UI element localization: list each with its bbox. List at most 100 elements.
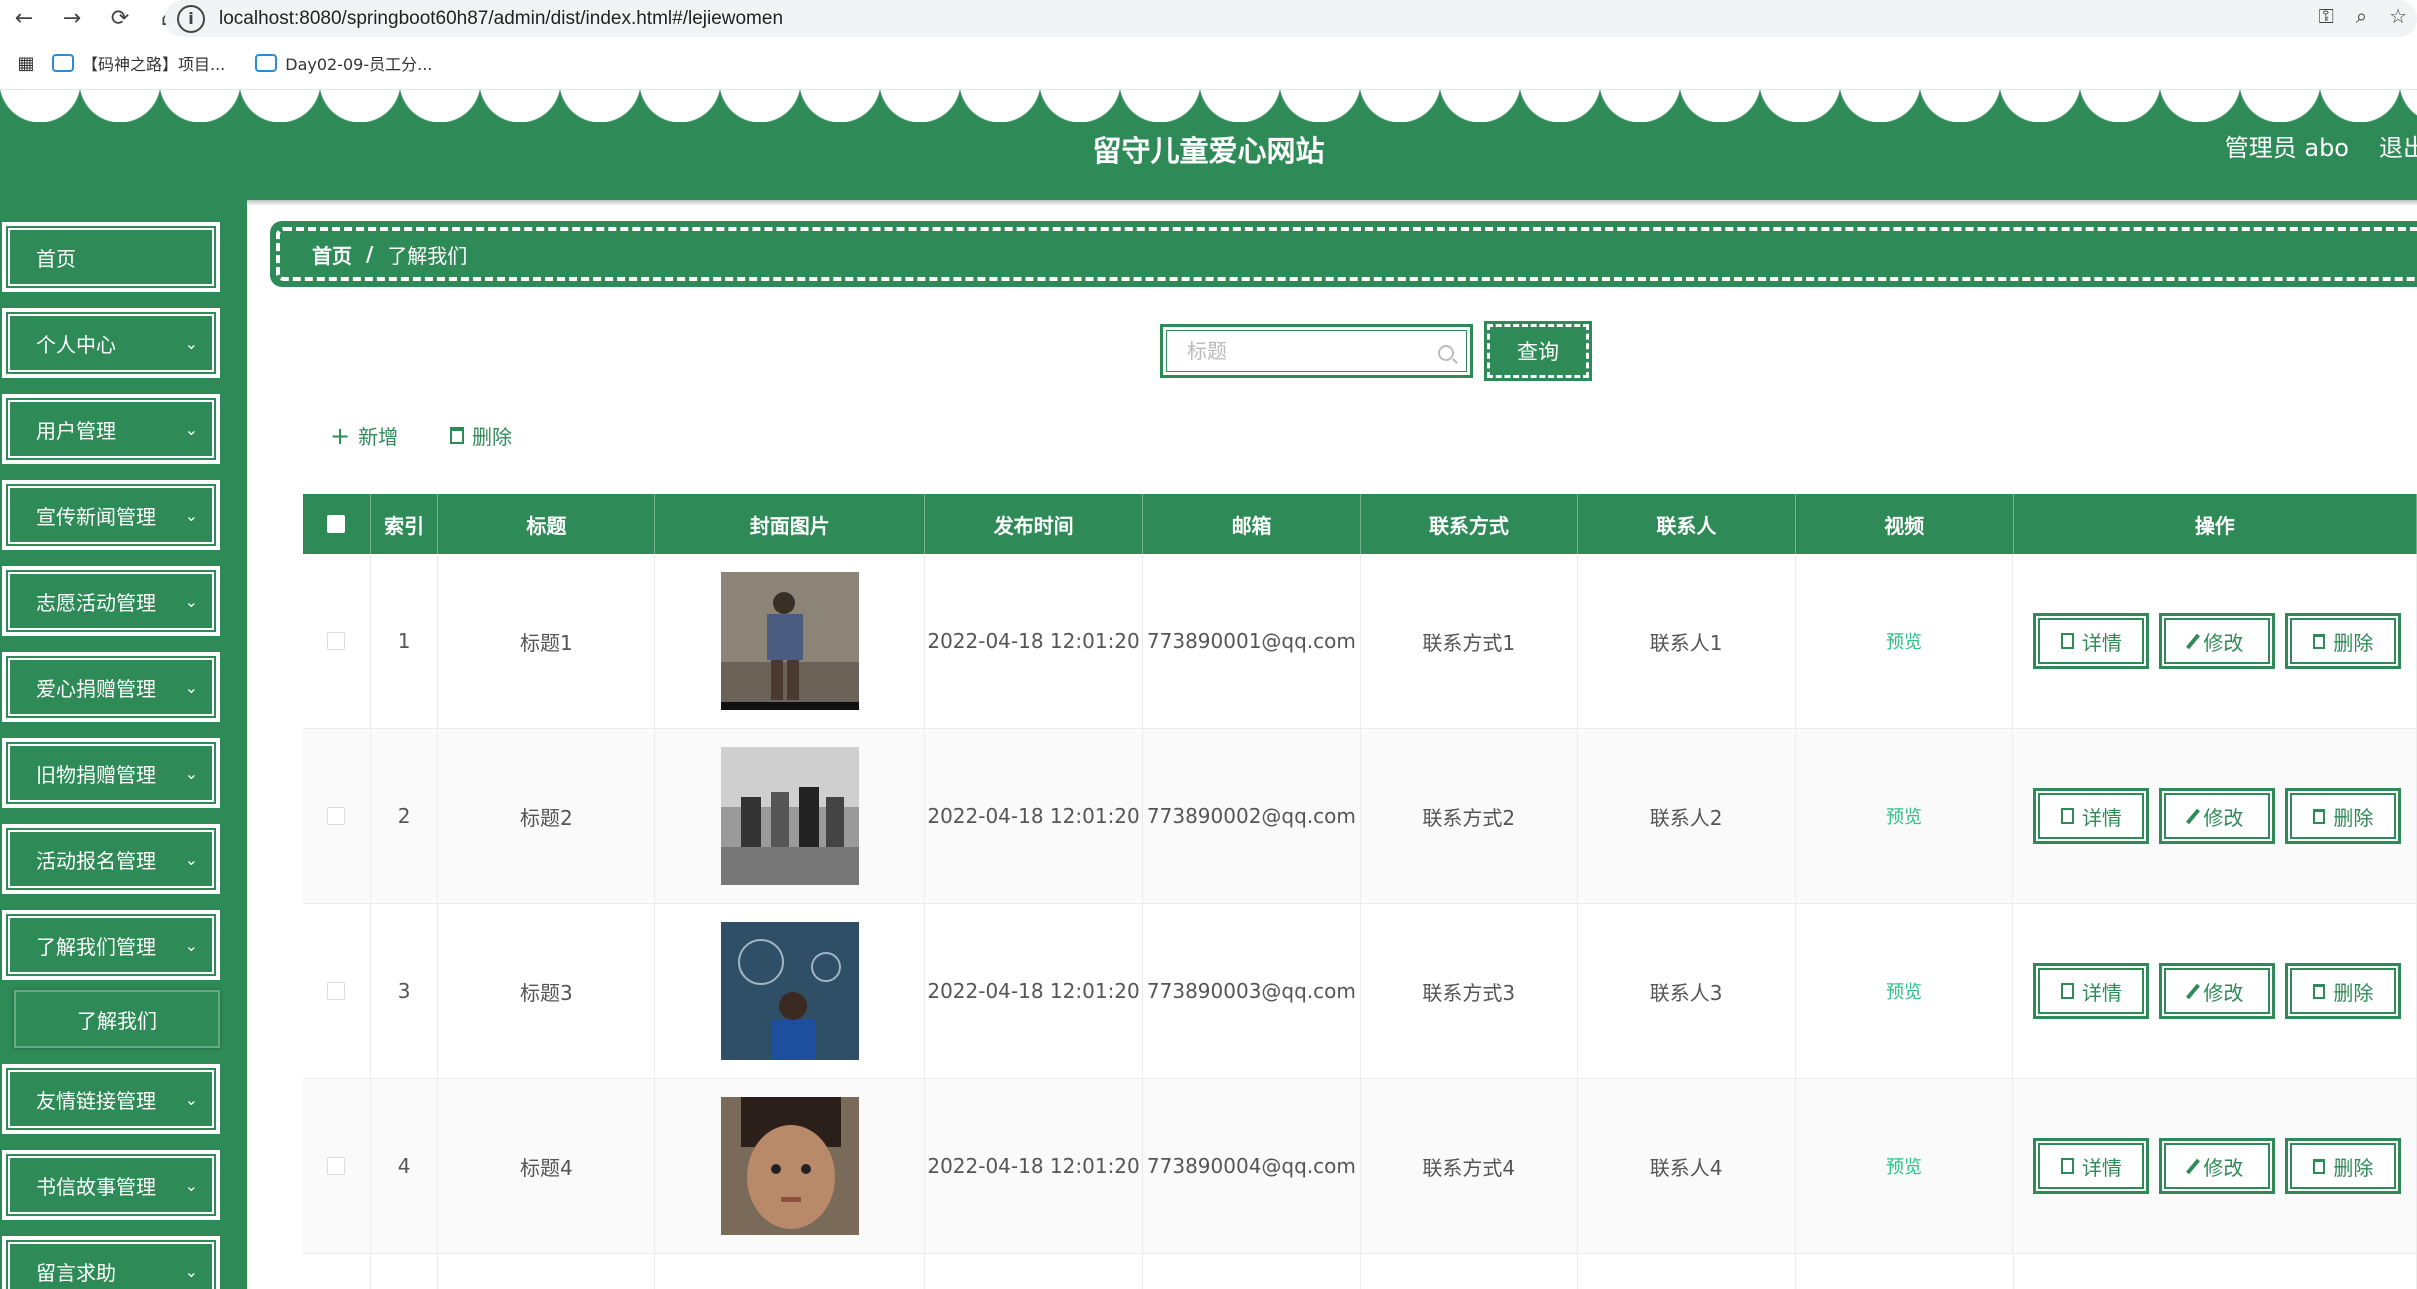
password-key-icon[interactable]: ⚿ [2319, 4, 2334, 28]
sidebar-item-old-items[interactable]: 旧物捐赠管理 ⌄ [2, 738, 220, 808]
document-icon [2060, 633, 2074, 649]
edit-button[interactable]: 修改 [2159, 788, 2276, 844]
sidebar-item-personal[interactable]: 个人中心 ⌄ [2, 308, 220, 378]
cell-index: 2 [371, 729, 439, 903]
header-time: 发布时间 [925, 494, 1144, 554]
bilibili-icon [52, 54, 74, 72]
detail-button[interactable]: 详情 [2033, 788, 2150, 844]
select-all-checkbox[interactable] [327, 515, 346, 533]
detail-button[interactable]: 详情 [2033, 613, 2150, 669]
sidebar-item-label: 书信故事管理 [36, 1174, 156, 1199]
row-select [303, 729, 371, 903]
row-select [303, 1254, 371, 1289]
edit-button[interactable]: 修改 [2159, 963, 2276, 1019]
site-info-icon[interactable]: i [177, 4, 205, 33]
cell-index: 1 [371, 554, 439, 728]
delete-button[interactable]: 删除 [2285, 788, 2402, 844]
sidebar-item-donation[interactable]: 爱心捐赠管理 ⌄ [2, 652, 220, 722]
document-icon [2060, 808, 2074, 824]
sidebar-item-links[interactable]: 友情链接管理 ⌄ [2, 1064, 220, 1134]
sidebar-item-about[interactable]: 了解我们管理 ⌄ [2, 910, 220, 980]
chevron-down-icon: ⌄ [184, 333, 198, 353]
sidebar-item-label: 友情链接管理 [36, 1088, 156, 1113]
sidebar-item-label: 活动报名管理 [36, 848, 156, 873]
search-input[interactable] [1187, 339, 1427, 363]
row-checkbox[interactable] [327, 632, 346, 650]
add-button[interactable]: + 新增 [330, 421, 398, 450]
search-inner [1166, 330, 1467, 372]
cell-title: 标题2 [438, 729, 656, 903]
row-select [303, 1079, 371, 1253]
delete-button[interactable]: 删除 [2285, 963, 2402, 1019]
cover-image[interactable] [720, 572, 859, 710]
cell-ops: 详情 修改 删除 [2013, 1079, 2417, 1253]
pencil-icon [2186, 633, 2201, 649]
video-preview-link[interactable]: 预览 [1886, 628, 1922, 654]
breadcrumb-home[interactable]: 首页 [312, 240, 352, 269]
data-table: 索引 标题 封面图片 发布时间 邮箱 联系方式 联系人 视频 操作 1 标题1 … [303, 494, 2417, 1289]
sidebar-item-home[interactable]: 首页 [2, 222, 220, 292]
bookmark-1[interactable]: 【码神之路】项目... [52, 51, 225, 75]
video-preview-link[interactable]: 预览 [1886, 803, 1922, 829]
delete-button[interactable]: 删除 [2285, 1138, 2402, 1194]
detail-label: 详情 [2081, 1155, 2122, 1180]
logout-link[interactable]: 退出 [2379, 128, 2417, 163]
batch-delete-button[interactable]: 删除 [450, 421, 512, 450]
document-icon [2060, 983, 2074, 999]
forward-icon[interactable]: → [48, 6, 96, 31]
row-select [303, 904, 371, 1078]
cell-person: 联系人2 [1578, 729, 1796, 903]
cover-image[interactable] [720, 922, 859, 1060]
row-checkbox[interactable] [327, 807, 346, 825]
cell-cover [655, 1079, 926, 1253]
chevron-down-icon: ⌄ [184, 849, 198, 869]
trash-icon [450, 427, 464, 444]
header-select-all[interactable] [303, 494, 371, 554]
edit-button[interactable]: 修改 [2159, 1138, 2276, 1194]
bookmark-star-icon[interactable]: ☆ [2389, 4, 2407, 28]
sidebar-item-label: 了解我们管理 [36, 934, 156, 959]
url-text: localhost:8080/springboot60h87/admin/dis… [219, 7, 784, 29]
cell-cover [655, 1254, 926, 1289]
edit-button[interactable]: 修改 [2159, 613, 2276, 669]
cell-video: 预览 [1796, 904, 2014, 1078]
chevron-down-icon: ⌄ [184, 677, 198, 697]
sidebar-item-signup[interactable]: 活动报名管理 ⌄ [2, 824, 220, 894]
sidebar-subitem-about-us[interactable]: 了解我们 [14, 990, 220, 1048]
sidebar-subitem-label: 了解我们 [77, 1008, 157, 1033]
cover-image[interactable] [720, 1097, 859, 1235]
detail-button[interactable]: 详情 [2033, 963, 2150, 1019]
address-bar[interactable]: i localhost:8080/springboot60h87/admin/d… [165, 0, 2417, 37]
sidebar-item-messages[interactable]: 留言求助 ⌄ [2, 1236, 220, 1289]
cell-time: 2022-04-18 12:01:20 [925, 1079, 1143, 1253]
query-button[interactable]: 查询 [1484, 321, 1592, 381]
cell-time: 2022-04-18 12:01:20 [925, 729, 1143, 903]
pencil-icon [2186, 983, 2201, 999]
delete-button[interactable]: 删除 [2285, 613, 2402, 669]
sidebar-item-users[interactable]: 用户管理 ⌄ [2, 394, 220, 464]
row-checkbox[interactable] [327, 982, 346, 1000]
cell-ops: 详情 修改 删除 [2013, 904, 2417, 1078]
detail-button[interactable]: 详情 [2033, 1138, 2150, 1194]
video-preview-link[interactable]: 预览 [1886, 1153, 1922, 1179]
chevron-down-icon: ⌄ [184, 935, 198, 955]
sidebar-item-label: 志愿活动管理 [36, 590, 156, 615]
detail-label: 详情 [2081, 980, 2122, 1005]
sidebar-item-label: 个人中心 [36, 332, 116, 357]
row-select [303, 554, 371, 728]
sidebar-item-volunteer[interactable]: 志愿活动管理 ⌄ [2, 566, 220, 636]
apps-grid-icon[interactable]: ▦ [0, 53, 52, 74]
video-preview-link[interactable]: 预览 [1886, 978, 1922, 1004]
sidebar-item-news[interactable]: 宣传新闻管理 ⌄ [2, 480, 220, 550]
sidebar-item-label: 留言求助 [36, 1260, 116, 1285]
bookmark-2[interactable]: Day02-09-员工分... [255, 51, 432, 75]
header-video: 视频 [1796, 494, 2014, 554]
zoom-icon[interactable]: ⌕ [2356, 4, 2367, 28]
back-icon[interactable]: ← [0, 6, 48, 31]
sidebar-item-letters[interactable]: 书信故事管理 ⌄ [2, 1150, 220, 1220]
row-checkbox[interactable] [327, 1157, 346, 1175]
cell-video: 预览 [1796, 554, 2014, 728]
cover-image[interactable] [720, 747, 859, 885]
sidebar-item-label: 用户管理 [36, 418, 116, 443]
reload-icon[interactable]: ⟳ [96, 6, 144, 31]
